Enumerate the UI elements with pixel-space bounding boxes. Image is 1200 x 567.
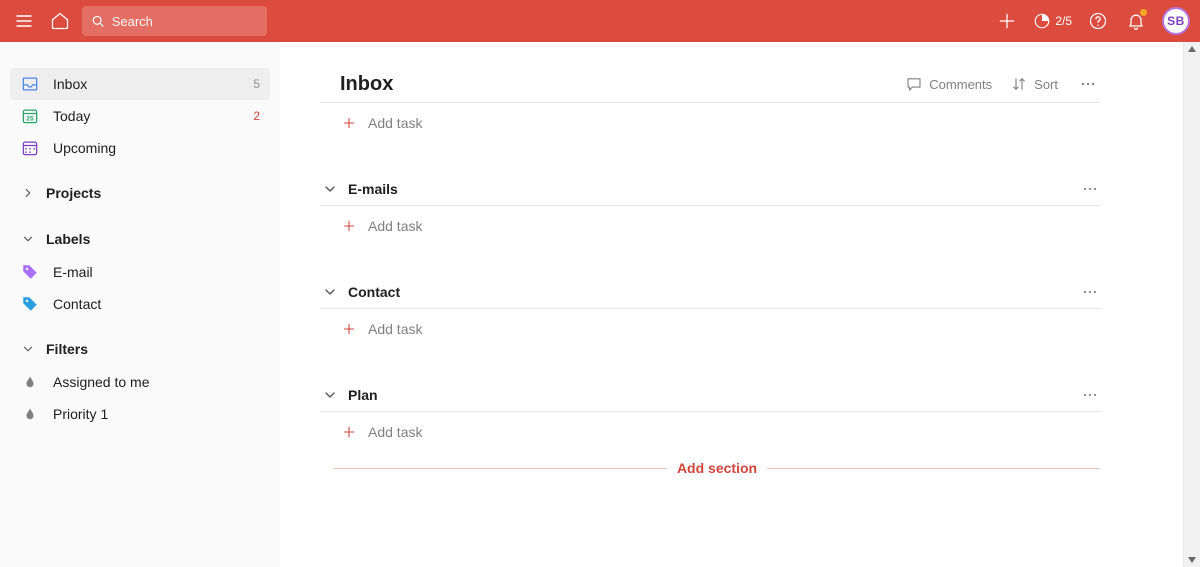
section-header-contact[interactable]: Contact <box>320 282 1100 309</box>
chevron-right-icon <box>21 186 35 200</box>
add-task-button[interactable]: Add task <box>340 412 1100 452</box>
plus-icon <box>341 218 357 234</box>
tag-icon <box>21 295 39 313</box>
sidebar-section-label: Labels <box>46 231 90 247</box>
section-header-plan[interactable]: Plan <box>320 385 1100 412</box>
plus-icon <box>341 321 357 337</box>
sidebar-item-count: 2 <box>253 109 260 123</box>
add-section-label: Add section <box>677 460 757 476</box>
sidebar-filter-text: Priority 1 <box>53 406 108 422</box>
more-horizontal-icon <box>1080 282 1100 302</box>
sort-label: Sort <box>1034 77 1058 92</box>
sidebar-label-email[interactable]: E-mail <box>10 256 270 288</box>
search-input[interactable] <box>112 14 259 29</box>
add-task-button[interactable]: Add task <box>340 206 1100 246</box>
sidebar-item-label: Today <box>53 108 90 124</box>
section-header-emails[interactable]: E-mails <box>320 179 1100 206</box>
comments-button[interactable]: Comments <box>905 75 992 93</box>
sort-icon <box>1010 75 1028 93</box>
sidebar-filter-assigned[interactable]: Assigned to me <box>10 366 270 398</box>
droplet-icon <box>23 375 37 389</box>
sidebar-item-count: 5 <box>253 77 260 91</box>
chevron-down-icon <box>322 181 338 197</box>
svg-text:25: 25 <box>26 116 34 123</box>
section-title: E-mails <box>348 181 398 197</box>
sidebar-item-inbox[interactable]: Inbox 5 <box>10 68 270 100</box>
tag-icon <box>21 263 39 281</box>
section-more-button[interactable] <box>1080 179 1100 199</box>
section-title: Plan <box>348 387 378 403</box>
sidebar-label-text: E-mail <box>53 264 93 280</box>
sidebar-section-labels[interactable]: Labels <box>10 222 270 256</box>
top-bar: 2/5 SB <box>0 0 1200 42</box>
avatar[interactable]: SB <box>1162 7 1190 35</box>
productivity-count: 2/5 <box>1055 14 1072 28</box>
sidebar-item-upcoming[interactable]: Upcoming <box>10 132 270 164</box>
add-task-label: Add task <box>368 218 422 234</box>
add-task-label: Add task <box>368 424 422 440</box>
add-task-label: Add task <box>368 321 422 337</box>
hamburger-icon <box>14 11 34 31</box>
sidebar-item-today[interactable]: 25 Today 2 <box>10 100 270 132</box>
view-more-button[interactable] <box>1076 72 1100 96</box>
comments-label: Comments <box>929 77 992 92</box>
sidebar-label-text: Contact <box>53 296 101 312</box>
droplet-icon <box>23 407 37 421</box>
sidebar-label-contact[interactable]: Contact <box>10 288 270 320</box>
sort-button[interactable]: Sort <box>1010 75 1058 93</box>
help-icon <box>1088 11 1108 31</box>
notifications-button[interactable] <box>1120 5 1152 37</box>
add-task-label: Add task <box>368 115 422 131</box>
sidebar-section-projects[interactable]: Projects <box>10 176 270 210</box>
inbox-icon <box>20 74 40 94</box>
menu-toggle-button[interactable] <box>8 5 40 37</box>
chevron-down-icon <box>322 284 338 300</box>
scroll-down-arrow-icon <box>1184 555 1200 565</box>
sidebar-section-label: Projects <box>46 185 101 201</box>
sidebar-item-label: Upcoming <box>53 140 116 156</box>
sidebar-filter-priority1[interactable]: Priority 1 <box>10 398 270 430</box>
main-content: Inbox Comments Sort <box>280 42 1183 567</box>
more-horizontal-icon <box>1078 74 1098 94</box>
sidebar-filter-text: Assigned to me <box>53 374 150 390</box>
section-title: Contact <box>348 284 400 300</box>
comment-icon <box>905 75 923 93</box>
divider <box>767 468 1100 469</box>
chevron-down-icon <box>322 387 338 403</box>
section-more-button[interactable] <box>1080 385 1100 405</box>
home-icon <box>50 11 70 31</box>
chevron-down-icon <box>21 342 35 356</box>
sidebar-section-filters[interactable]: Filters <box>10 332 270 366</box>
sidebar-item-label: Inbox <box>53 76 87 92</box>
add-section-button[interactable]: Add section <box>334 460 1100 476</box>
quick-add-button[interactable] <box>991 5 1023 37</box>
search-box[interactable] <box>82 6 267 36</box>
more-horizontal-icon <box>1080 385 1100 405</box>
home-button[interactable] <box>44 5 76 37</box>
productivity-icon <box>1033 12 1051 30</box>
add-task-button[interactable]: Add task <box>340 309 1100 349</box>
sidebar-section-label: Filters <box>46 341 88 357</box>
calendar-today-icon: 25 <box>20 106 40 126</box>
sidebar: Inbox 5 25 Today 2 <box>0 42 280 567</box>
search-icon <box>90 12 106 30</box>
add-task-button[interactable]: Add task <box>340 103 1100 143</box>
divider <box>334 468 667 469</box>
page-title: Inbox <box>340 73 393 96</box>
help-button[interactable] <box>1082 5 1114 37</box>
chevron-down-icon <box>21 232 35 246</box>
more-horizontal-icon <box>1080 179 1100 199</box>
plus-icon <box>341 115 357 131</box>
vertical-scrollbar[interactable] <box>1183 42 1200 567</box>
section-more-button[interactable] <box>1080 282 1100 302</box>
plus-icon <box>341 424 357 440</box>
productivity-button[interactable]: 2/5 <box>1029 12 1076 30</box>
calendar-upcoming-icon <box>20 138 40 158</box>
plus-icon <box>997 11 1017 31</box>
notification-dot-icon <box>1140 9 1147 16</box>
